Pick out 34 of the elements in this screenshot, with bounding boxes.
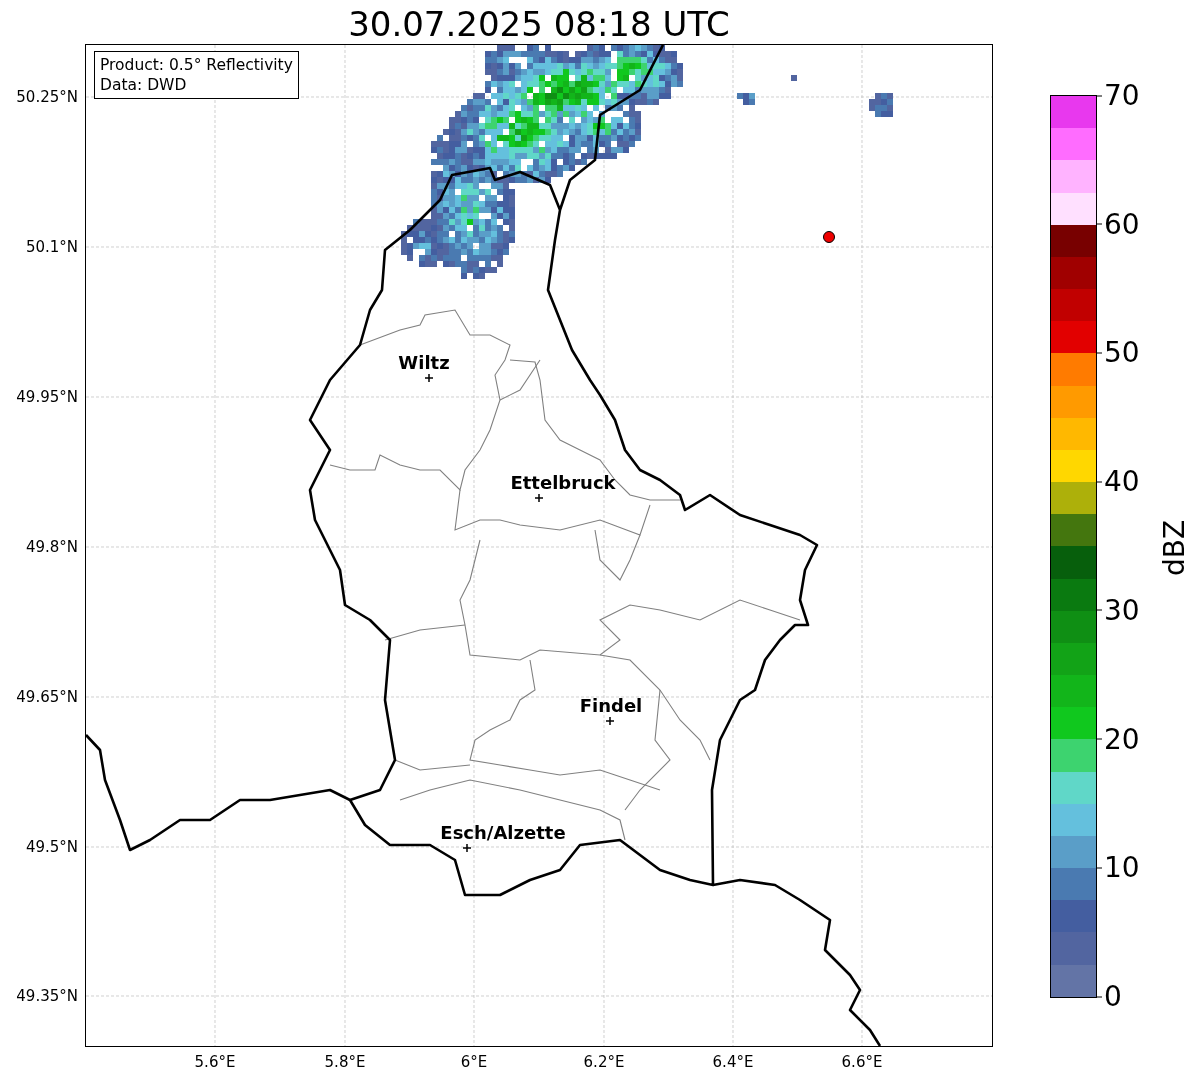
- colorbar-tick-label: 60: [1096, 206, 1140, 242]
- colorbar-tick-label: 50: [1096, 334, 1140, 370]
- city-label: Esch/Alzette: [440, 821, 566, 843]
- longitude-label: 6.6°E: [841, 1053, 883, 1071]
- latitude-label: 49.35°N: [16, 987, 78, 1005]
- colorbar-tick-label: 20: [1096, 721, 1140, 757]
- location-dot: [823, 231, 835, 243]
- city-marker: [605, 716, 615, 726]
- longitude-label: 5.6°E: [194, 1053, 236, 1071]
- latitude-label: 50.1°N: [25, 238, 78, 256]
- city-marker: [534, 493, 544, 503]
- latitude-label: 50.25°N: [16, 88, 78, 106]
- city-marker: [462, 843, 472, 853]
- colorbar-tick-label: 70: [1096, 77, 1140, 113]
- chart-title: 30.07.2025 08:18 UTC: [347, 4, 731, 44]
- city-label: Ettelbruck: [510, 471, 616, 493]
- longitude-label: 6.4°E: [712, 1053, 754, 1071]
- colorbar-tick-label: 40: [1096, 463, 1140, 499]
- info-text: Product: 0.5° Reflectivity: [100, 55, 293, 75]
- latitude-label: 49.95°N: [16, 388, 78, 406]
- latitude-label: 49.5°N: [25, 838, 78, 856]
- colorbar-tick-label: 30: [1096, 592, 1140, 628]
- longitude-label: 6°E: [460, 1053, 488, 1071]
- city-label: Findel: [579, 694, 643, 716]
- colorbar-label: dBZ: [1157, 519, 1184, 577]
- latitude-label: 49.65°N: [16, 688, 78, 706]
- colorbar-tick-label: 10: [1096, 849, 1140, 885]
- longitude-label: 5.8°E: [324, 1053, 366, 1071]
- latitude-label: 49.8°N: [25, 538, 78, 556]
- colorbar-tick-label: 0: [1096, 978, 1122, 1014]
- city-marker: [424, 373, 434, 383]
- info-text: Data: DWD: [100, 75, 188, 95]
- longitude-label: 6.2°E: [583, 1053, 625, 1071]
- city-label: Wiltz: [398, 351, 450, 373]
